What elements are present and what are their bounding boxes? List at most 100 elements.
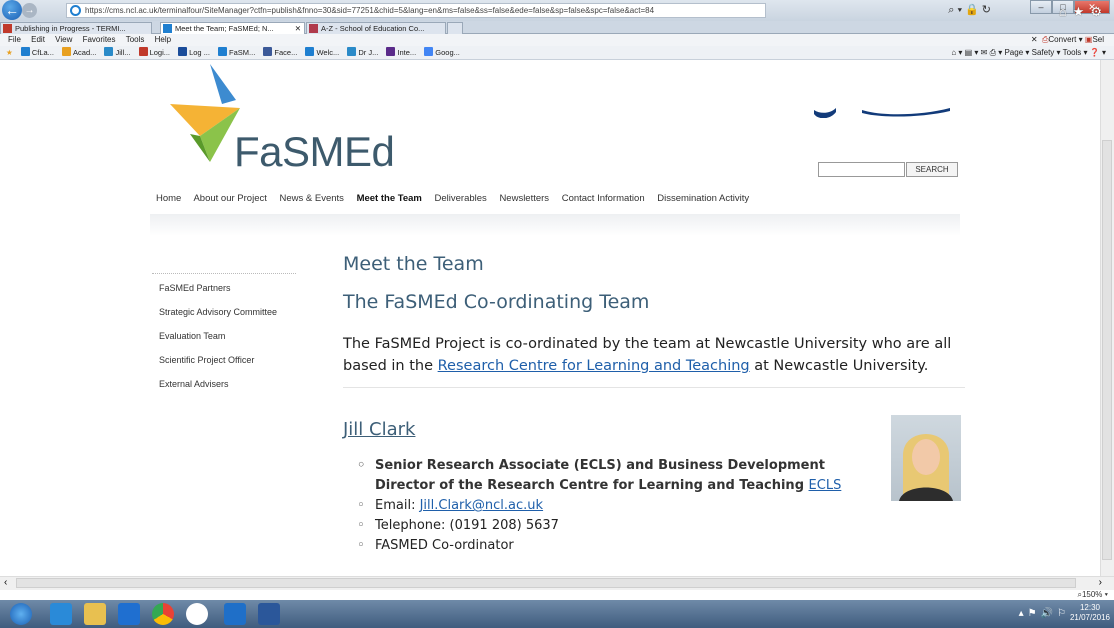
fav-item[interactable]: FaSM... xyxy=(218,46,255,60)
scroll-left-icon[interactable]: ‹ xyxy=(4,577,7,588)
scroll-right-icon[interactable]: › xyxy=(1099,577,1102,588)
outlook-taskbar-icon[interactable] xyxy=(224,603,246,625)
tab-favicon xyxy=(309,24,318,33)
fav-item[interactable]: Goog... xyxy=(424,46,460,60)
person-details-list: Senior Research Associate (ECLS) and Bus… xyxy=(357,456,877,556)
tab-meet-the-team[interactable]: Meet the Team; FaSMEd; N... ✕ xyxy=(160,22,305,34)
sidebar-item-fasmed-partners[interactable]: FaSMEd Partners xyxy=(159,283,231,293)
person-name-link[interactable]: Jill Clark xyxy=(343,419,415,440)
new-tab-button[interactable] xyxy=(447,22,463,34)
fav-item[interactable]: Jill... xyxy=(104,46,130,60)
intro-paragraph: The FaSMEd Project is co-ordinated by th… xyxy=(343,336,952,374)
fav-item[interactable]: Log ... xyxy=(178,46,210,60)
horizontal-scroll-thumb[interactable] xyxy=(16,578,1076,588)
tab-bar: Publishing in Progress - TERMI... Meet t… xyxy=(0,21,1114,34)
word-taskbar-icon[interactable] xyxy=(258,603,280,625)
feeds-icon[interactable]: ▤ xyxy=(965,48,973,57)
page-menu[interactable]: Page ▾ xyxy=(1004,48,1029,57)
minimize-button[interactable]: – xyxy=(1030,0,1052,14)
ecls-link[interactable]: ECLS xyxy=(809,478,842,493)
menu-bar: File Edit View Favorites Tools Help xyxy=(0,34,1114,46)
zoom-level[interactable]: ⌕150% ▾ xyxy=(1077,590,1108,600)
sidebar-item-strategic-advisory-committee[interactable]: Strategic Advisory Committee xyxy=(159,307,277,317)
ie-icon xyxy=(70,5,81,16)
start-button-icon[interactable] xyxy=(10,603,32,625)
fav-icon xyxy=(218,47,228,56)
system-clock[interactable]: 12:30 21/07/2016 xyxy=(1070,603,1110,623)
nav-news-events[interactable]: News & Events xyxy=(280,193,344,204)
fav-icon xyxy=(20,47,30,56)
search-input[interactable] xyxy=(818,162,905,177)
fav-item[interactable]: Dr J... xyxy=(347,46,378,60)
content-divider xyxy=(343,387,965,388)
research-centre-link[interactable]: Research Centre for Learning and Teachin… xyxy=(438,358,750,374)
fav-icon xyxy=(386,47,396,56)
page-title: Meet the Team xyxy=(343,253,484,275)
fav-item[interactable]: Logi... xyxy=(138,46,170,60)
sidebar-item-scientific-project-officer[interactable]: Scientific Project Officer xyxy=(159,355,254,365)
tab-a-z[interactable]: A-Z - School of Education Co... xyxy=(306,22,446,34)
fav-item[interactable]: Face... xyxy=(263,46,297,60)
section-heading: The FaSMEd Co-ordinating Team xyxy=(343,291,650,313)
url-text: https://cms.ncl.ac.uk/terminalfour/SiteM… xyxy=(85,6,655,15)
file-explorer-taskbar-icon[interactable] xyxy=(84,603,106,625)
tools-menu[interactable]: Tools ▾ xyxy=(1063,48,1088,57)
google-taskbar-icon[interactable] xyxy=(186,603,208,625)
nav-deliverables[interactable]: Deliverables xyxy=(435,193,487,204)
home-icon[interactable]: ⌂ xyxy=(951,48,956,57)
nav-dissemination-activity[interactable]: Dissemination Activity xyxy=(657,193,749,204)
nav-about-our-project[interactable]: About our Project xyxy=(193,193,266,204)
favorites-star-icon[interactable]: ★ xyxy=(6,46,13,60)
nav-newsletters[interactable]: Newsletters xyxy=(499,193,549,204)
fasmed-logo-arrow-icon xyxy=(170,64,240,162)
sidebar-item-external-advisers[interactable]: External Advisers xyxy=(159,379,229,389)
fav-item[interactable]: Inte... xyxy=(386,46,416,60)
list-item: Telephone: (0191 208) 5637 xyxy=(357,516,877,536)
chrome-taskbar-icon[interactable] xyxy=(152,603,174,625)
menu-tools[interactable]: Tools xyxy=(126,35,145,44)
university-logo[interactable] xyxy=(810,58,960,118)
nav-home[interactable]: Home xyxy=(156,193,181,204)
close-tab-icon[interactable]: ✕ xyxy=(295,23,301,34)
internet-explorer-taskbar-icon[interactable] xyxy=(50,603,72,625)
tab-publishing[interactable]: Publishing in Progress - TERMI... xyxy=(0,22,152,34)
home-favorites-gear-icons[interactable]: ⌂★⚙ xyxy=(1059,4,1108,20)
nav-meet-the-team[interactable]: Meet the Team xyxy=(357,193,422,204)
list-item: FASMED Co-ordinator xyxy=(357,536,877,556)
sidebar-item-evaluation-team[interactable]: Evaluation Team xyxy=(159,331,225,341)
app-taskbar-icon[interactable] xyxy=(118,603,140,625)
main-navigation: Home About our Project News & Events Mee… xyxy=(156,193,759,204)
address-icons[interactable]: ⌕▾🔒↻ xyxy=(948,3,994,17)
vertical-scroll-thumb[interactable] xyxy=(1102,140,1112,560)
menu-favorites[interactable]: Favorites xyxy=(83,35,116,44)
mail-icon[interactable]: ✉ xyxy=(981,48,988,57)
system-tray-icons[interactable]: ▴⚑🔊⚐ xyxy=(1019,608,1070,619)
fav-icon xyxy=(62,47,72,56)
fav-item[interactable]: Acad... xyxy=(62,46,96,60)
safety-menu[interactable]: Safety ▾ xyxy=(1032,48,1061,57)
fasmed-logo-text[interactable]: FaSMEd xyxy=(234,128,395,176)
sidebar-divider xyxy=(152,273,296,274)
nav-contact-information[interactable]: Contact Information xyxy=(562,193,645,204)
fav-item[interactable]: Welc... xyxy=(305,46,339,60)
fav-item[interactable]: CfLa... xyxy=(20,46,54,60)
tab-favicon xyxy=(3,24,12,33)
forward-button[interactable]: → xyxy=(22,3,37,18)
url-input[interactable]: https://cms.ncl.ac.uk/terminalfour/SiteM… xyxy=(66,3,766,18)
menu-file[interactable]: File xyxy=(8,35,21,44)
fav-icon xyxy=(178,47,188,56)
email-link[interactable]: Jill.Clark@ncl.ac.uk xyxy=(420,498,543,513)
back-button[interactable]: ← xyxy=(2,0,22,20)
menu-help[interactable]: Help xyxy=(155,35,171,44)
menu-edit[interactable]: Edit xyxy=(31,35,45,44)
select-icon: ▣ xyxy=(1084,35,1093,44)
list-item: Senior Research Associate (ECLS) and Bus… xyxy=(357,456,877,496)
person-portrait-icon xyxy=(899,434,953,501)
search-button[interactable]: SEARCH xyxy=(906,162,958,177)
fav-icon xyxy=(138,47,148,56)
fav-icon xyxy=(104,47,114,56)
print-icon[interactable]: ⎙ xyxy=(990,48,996,57)
convert-button[interactable]: ✕ ⎙Convert ▾ ▣Sel xyxy=(1031,34,1104,46)
help-icon[interactable]: ❓ xyxy=(1090,48,1100,57)
menu-view[interactable]: View xyxy=(55,35,72,44)
